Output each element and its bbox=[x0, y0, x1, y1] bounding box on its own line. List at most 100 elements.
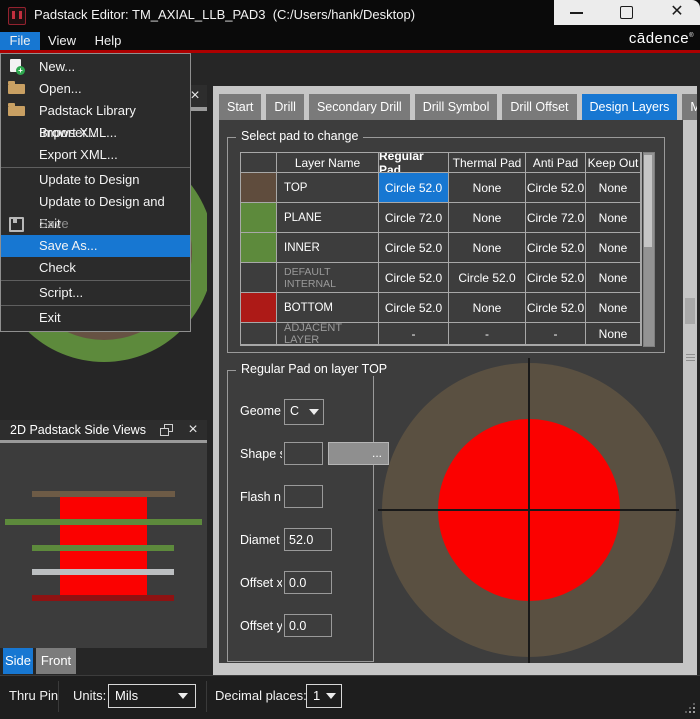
tab-secondary-drill[interactable]: Secondary Drill bbox=[309, 94, 410, 120]
minimize-button[interactable] bbox=[570, 12, 583, 14]
regular-pad-cell-default-internal[interactable]: Circle 52.0 bbox=[379, 263, 449, 293]
thermal-pad-cell-top[interactable]: None bbox=[449, 173, 526, 203]
keepout-cell-top[interactable]: None bbox=[586, 173, 641, 203]
pad-table: Layer Name Regular Pad Thermal Pad Anti … bbox=[240, 152, 642, 346]
layer-cell-top[interactable]: TOP bbox=[277, 173, 379, 203]
shape-input[interactable] bbox=[284, 442, 323, 465]
menu-item-import-xml[interactable]: Import XML... bbox=[1, 122, 190, 144]
table-scrollbar-thumb[interactable] bbox=[644, 155, 652, 247]
tab-drill-symbol[interactable]: Drill Symbol bbox=[415, 94, 498, 120]
maximize-button[interactable] bbox=[620, 6, 633, 19]
menu-item-open[interactable]: Open... bbox=[1, 78, 190, 100]
tab-front[interactable]: Front bbox=[36, 648, 76, 674]
swatch-cell-default-internal bbox=[241, 263, 277, 293]
shape-label: Shape s bbox=[240, 442, 282, 466]
thermal-pad-cell-default-internal[interactable]: Circle 52.0 bbox=[449, 263, 526, 293]
keepout-cell-plane[interactable]: None bbox=[586, 203, 641, 233]
column-header-swatch bbox=[241, 153, 277, 173]
menu-item-library-browser[interactable]: Padstack Library Browser... bbox=[1, 100, 190, 122]
decimal-places-dropdown[interactable]: 1 bbox=[306, 684, 342, 708]
keepout-cell-bottom[interactable]: None bbox=[586, 293, 641, 323]
tab-mask-layers[interactable]: Mask Layers bbox=[682, 94, 697, 120]
diameter-label: Diamet bbox=[240, 528, 282, 552]
table-scrollbar[interactable] bbox=[643, 152, 655, 347]
swatch-cell-plane bbox=[241, 203, 277, 233]
regular-pad-cell-inner[interactable]: Circle 52.0 bbox=[379, 233, 449, 263]
menu-item-exit[interactable]: Exit bbox=[1, 307, 190, 329]
regular-pad-group-title: Regular Pad on layer TOP bbox=[236, 362, 392, 376]
panel-splitter-grip[interactable] bbox=[686, 352, 695, 362]
tab-drill[interactable]: Drill bbox=[266, 94, 304, 120]
keepout-cell-default-internal[interactable]: None bbox=[586, 263, 641, 293]
layer-color-swatch bbox=[241, 173, 276, 202]
menu-item-update-and-exit[interactable]: Update to Design and Exit bbox=[1, 191, 190, 213]
swatch-cell-top bbox=[241, 173, 277, 203]
layer-color-swatch bbox=[241, 203, 276, 232]
geometry-dropdown[interactable]: C bbox=[284, 399, 324, 425]
layer-cell-default-internal[interactable]: DEFAULT INTERNAL bbox=[277, 263, 379, 293]
open-folder-icon bbox=[8, 84, 25, 94]
registered-mark: ® bbox=[689, 33, 694, 39]
menu-file[interactable]: File bbox=[0, 32, 40, 50]
regular-pad-cell-bottom[interactable]: Circle 52.0 bbox=[379, 293, 449, 323]
menu-item-script[interactable]: Script... bbox=[1, 282, 190, 304]
offset-y-input[interactable] bbox=[284, 614, 332, 637]
chevron-down-icon bbox=[326, 693, 336, 699]
chevron-down-icon bbox=[309, 409, 319, 415]
layer-cell-adjacent[interactable]: ADJACENT LAYER bbox=[277, 323, 379, 345]
anti-pad-cell-bottom[interactable]: Circle 52.0 bbox=[526, 293, 586, 323]
layer-cell-inner[interactable]: INNER bbox=[277, 233, 379, 263]
resize-grip[interactable] bbox=[683, 701, 695, 713]
close-button[interactable]: ✕ bbox=[660, 0, 694, 25]
menu-help[interactable]: Help bbox=[86, 32, 130, 50]
column-header-keepout: Keep Out bbox=[586, 153, 641, 173]
statusbar-separator bbox=[206, 681, 207, 712]
regular-pad-cell-adjacent[interactable]: - bbox=[379, 323, 449, 345]
layer-cell-bottom[interactable]: BOTTOM bbox=[277, 293, 379, 323]
thermal-pad-cell-inner[interactable]: None bbox=[449, 233, 526, 263]
layer-cell-plane[interactable]: PLANE bbox=[277, 203, 379, 233]
regular-pad-cell-plane[interactable]: Circle 72.0 bbox=[379, 203, 449, 233]
padstack-app-icon bbox=[8, 7, 26, 25]
float-panel-icon[interactable] bbox=[160, 424, 173, 436]
library-folder-icon bbox=[8, 106, 25, 116]
shape-browse-button[interactable]: ... bbox=[328, 442, 389, 465]
menu-separator bbox=[1, 305, 190, 306]
anti-pad-cell-inner[interactable]: Circle 52.0 bbox=[526, 233, 586, 263]
statusbar-separator bbox=[58, 681, 59, 712]
units-dropdown[interactable]: Mils bbox=[108, 684, 196, 708]
anti-pad-cell-plane[interactable]: Circle 72.0 bbox=[526, 203, 586, 233]
menu-item-save-as[interactable]: Save As... bbox=[1, 235, 190, 257]
keepout-cell-inner[interactable]: None bbox=[586, 233, 641, 263]
keepout-cell-adjacent[interactable]: None bbox=[586, 323, 641, 345]
tab-start[interactable]: Start bbox=[219, 94, 261, 120]
anti-pad-cell-default-internal[interactable]: Circle 52.0 bbox=[526, 263, 586, 293]
menu-item-export-xml[interactable]: Export XML... bbox=[1, 144, 190, 166]
swatch-cell-bottom bbox=[241, 293, 277, 323]
diameter-input[interactable] bbox=[284, 528, 332, 551]
tab-design-layers[interactable]: Design Layers bbox=[582, 94, 678, 120]
thermal-pad-cell-bottom[interactable]: None bbox=[449, 293, 526, 323]
column-header-regular: Regular Pad bbox=[379, 153, 449, 173]
thermal-pad-cell-plane[interactable]: None bbox=[449, 203, 526, 233]
menu-view[interactable]: View bbox=[42, 32, 82, 50]
side-views-close-icon[interactable]: × bbox=[183, 420, 203, 440]
menu-item-new[interactable]: New... bbox=[1, 56, 190, 78]
tab-drill-offset[interactable]: Drill Offset bbox=[502, 94, 576, 120]
tab-side[interactable]: Side bbox=[3, 648, 33, 674]
menu-item-update-to-design[interactable]: Update to Design bbox=[1, 169, 190, 191]
menu-item-check[interactable]: Check bbox=[1, 257, 190, 279]
menu-bar: File View Help cādence® bbox=[0, 32, 700, 50]
new-file-icon bbox=[10, 59, 21, 72]
anti-pad-cell-adjacent[interactable]: - bbox=[526, 323, 586, 345]
side-view-canvas bbox=[0, 443, 207, 648]
anti-pad-cell-top[interactable]: Circle 52.0 bbox=[526, 173, 586, 203]
units-label: Units: bbox=[73, 676, 106, 716]
cadence-logo: cādence® bbox=[629, 30, 694, 47]
flash-input[interactable] bbox=[284, 485, 323, 508]
column-header-layer: Layer Name bbox=[277, 153, 379, 173]
panel-scrollbar-thumb[interactable] bbox=[685, 298, 695, 324]
thermal-pad-cell-adjacent[interactable]: - bbox=[449, 323, 526, 345]
regular-pad-cell-top[interactable]: Circle 52.0 bbox=[379, 173, 449, 203]
offset-x-input[interactable] bbox=[284, 571, 332, 594]
